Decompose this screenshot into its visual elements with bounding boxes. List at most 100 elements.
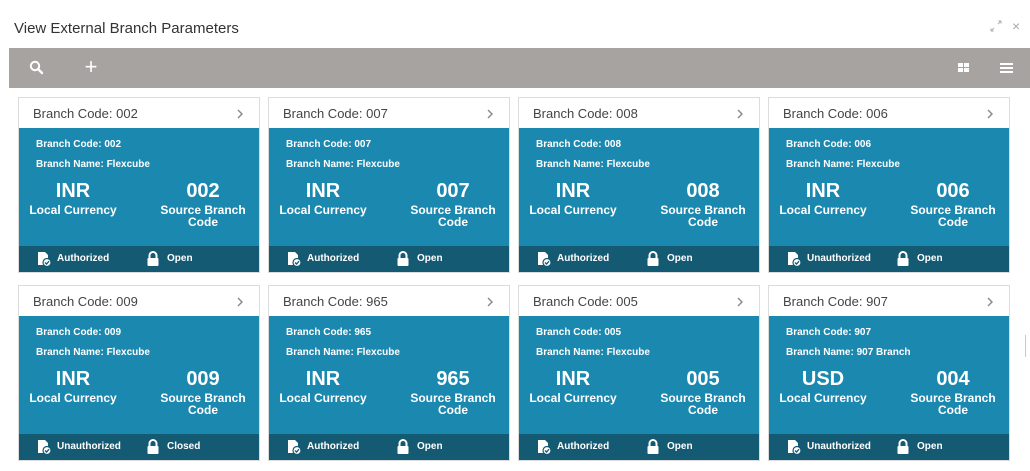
record-status-text: Open [417,253,443,264]
source-branch-code-label: Source Branch Code [160,203,246,229]
authorization-status-icon [36,251,52,268]
authorization-status-text: Unauthorized [807,253,871,264]
card-body: Branch Code: 009 Branch Name: Flexcube I… [19,316,259,434]
source-branch-code-value: 008 [686,180,720,202]
card-header[interactable]: Branch Code: 002 [19,98,259,128]
card-header[interactable]: Branch Code: 009 [19,286,259,316]
authorization-status-text: Unauthorized [807,441,871,452]
authorization-status-icon [286,439,302,456]
card-header-label: Branch Code: 965 [283,294,388,309]
card-header[interactable]: Branch Code: 008 [519,98,759,128]
branch-name-meta: Branch Name: Flexcube [536,159,650,170]
card-body: Branch Code: 907 Branch Name: 907 Branch… [769,316,1009,434]
chevron-right-icon[interactable] [985,107,995,119]
record-status-text: Open [917,253,943,264]
grid-view-icon[interactable] [952,56,976,80]
card-header[interactable]: Branch Code: 006 [769,98,1009,128]
card-header[interactable]: Branch Code: 907 [769,286,1009,316]
close-icon[interactable]: × [1012,19,1020,33]
branch-card[interactable]: Branch Code: 008 Branch Code: 008 Branch… [518,97,760,273]
currency-value: INR [305,180,341,202]
currency-value: INR [55,180,91,202]
source-branch-code-value: 002 [186,180,220,202]
currency-value: INR [555,368,591,390]
plus-icon[interactable]: + [79,56,103,80]
lock-icon [145,251,161,267]
currency-label: Local Currency [29,391,117,405]
branch-name-meta: Branch Name: Flexcube [536,347,650,358]
chevron-right-icon[interactable] [985,295,995,307]
branch-name-meta: Branch Name: Flexcube [786,159,900,170]
card-header-label: Branch Code: 005 [533,294,638,309]
authorization-status-icon [536,251,552,268]
currency-label: Local Currency [279,391,367,405]
authorization-status-icon [786,439,802,456]
branch-code-meta: Branch Code: 002 [36,139,122,150]
branch-name-meta: Branch Name: Flexcube [286,347,400,358]
card-body: Branch Code: 002 Branch Name: Flexcube I… [19,128,259,246]
lock-icon [395,251,411,267]
source-branch-code-value: 006 [936,180,970,202]
card-header[interactable]: Branch Code: 005 [519,286,759,316]
chevron-right-icon[interactable] [235,295,245,307]
lock-icon [895,251,911,267]
currency-label: Local Currency [29,203,117,217]
chevron-right-icon[interactable] [735,107,745,119]
authorization-status-text: Unauthorized [57,441,121,452]
card-header-label: Branch Code: 002 [33,106,138,121]
card-body: Branch Code: 008 Branch Name: Flexcube I… [519,128,759,246]
source-branch-code-value: 009 [186,368,220,390]
lock-icon [645,251,661,267]
card-header-label: Branch Code: 907 [783,294,888,309]
branch-card[interactable]: Branch Code: 002 Branch Code: 002 Branch… [18,97,260,273]
scrollbar[interactable] [1025,335,1026,357]
source-branch-code-value: 007 [436,180,470,202]
expand-icon[interactable] [989,19,1003,33]
lock-icon [645,439,661,455]
record-status-text: Open [667,441,693,452]
branch-card[interactable]: Branch Code: 007 Branch Code: 007 Branch… [268,97,510,273]
chevron-right-icon[interactable] [485,295,495,307]
source-branch-code-label: Source Branch Code [910,391,996,417]
branch-name-meta: Branch Name: Flexcube [36,347,150,358]
authorization-status-text: Authorized [57,253,110,264]
source-branch-code-value: 005 [686,368,720,390]
title-bar: View External Branch Parameters × [0,0,1030,48]
branch-code-meta: Branch Code: 965 [286,327,372,338]
card-header[interactable]: Branch Code: 965 [269,286,509,316]
branch-card[interactable]: Branch Code: 006 Branch Code: 006 Branch… [768,97,1010,273]
card-footer: Unauthorized Open [769,434,1009,460]
branch-name-meta: Branch Name: 907 Branch [786,347,911,358]
lock-icon [145,439,161,455]
branch-card[interactable]: Branch Code: 009 Branch Code: 009 Branch… [18,285,260,461]
source-branch-code-label: Source Branch Code [910,203,996,229]
search-icon[interactable] [25,56,49,80]
branch-card[interactable]: Branch Code: 907 Branch Code: 907 Branch… [768,285,1010,461]
authorization-status-icon [786,251,802,268]
record-status-text: Open [417,441,443,452]
currency-value: INR [555,180,591,202]
authorization-status-text: Authorized [307,441,360,452]
lock-icon [395,439,411,455]
card-footer: Authorized Open [519,434,759,460]
chevron-right-icon[interactable] [735,295,745,307]
branch-card[interactable]: Branch Code: 965 Branch Code: 965 Branch… [268,285,510,461]
currency-label: Local Currency [779,391,867,405]
authorization-status-text: Authorized [557,441,610,452]
record-status-text: Closed [167,441,201,452]
card-header[interactable]: Branch Code: 007 [269,98,509,128]
list-view-icon[interactable] [994,56,1018,80]
card-body: Branch Code: 006 Branch Name: Flexcube I… [769,128,1009,246]
branch-card[interactable]: Branch Code: 005 Branch Code: 005 Branch… [518,285,760,461]
page-title: View External Branch Parameters [14,20,239,37]
toolbar: + [9,48,1030,88]
source-branch-code-value: 004 [936,368,970,390]
currency-value: INR [55,368,91,390]
branch-code-meta: Branch Code: 006 [786,139,872,150]
branch-code-meta: Branch Code: 007 [286,139,372,150]
card-header-label: Branch Code: 009 [33,294,138,309]
source-branch-code-label: Source Branch Code [160,391,246,417]
chevron-right-icon[interactable] [235,107,245,119]
branch-name-meta: Branch Name: Flexcube [286,159,400,170]
chevron-right-icon[interactable] [485,107,495,119]
